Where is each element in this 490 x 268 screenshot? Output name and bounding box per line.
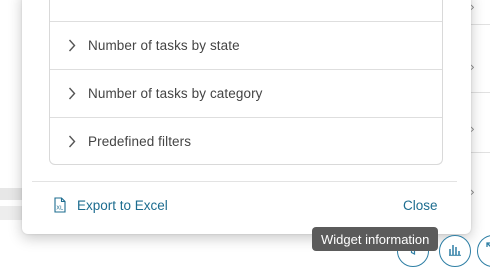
chart-bar-icon [448,242,462,261]
tooltip-text: Widget information [321,231,430,247]
close-label: Close [403,197,438,213]
section-predefined-filters[interactable]: Predefined filters [50,117,442,164]
chevron-right-icon [66,135,78,149]
section-label: Number of tasks by state [88,38,240,53]
section-label: Predefined filters [88,134,192,149]
section-label: Number of tasks by category [88,86,263,101]
footer-divider [32,181,457,182]
section-accordion: Number of tasks by state Number of tasks… [49,0,443,165]
export-to-excel-link[interactable]: XL Export to Excel [53,195,168,215]
close-button[interactable]: Close [403,195,438,215]
export-label: Export to Excel [77,197,168,213]
svg-text:XL: XL [56,206,64,212]
chevron-right-icon [66,87,78,101]
chevron-right-icon [66,39,78,53]
chart-button[interactable] [439,235,471,267]
excel-file-icon: XL [53,197,67,213]
section-tasks-by-state[interactable]: Number of tasks by state [50,21,442,69]
section-tasks-by-category[interactable]: Number of tasks by category [50,69,442,117]
expand-icon [486,241,490,261]
widget-information-tooltip: Widget information [312,227,439,251]
widget-info-dialog: Number of tasks by state Number of tasks… [22,0,471,234]
